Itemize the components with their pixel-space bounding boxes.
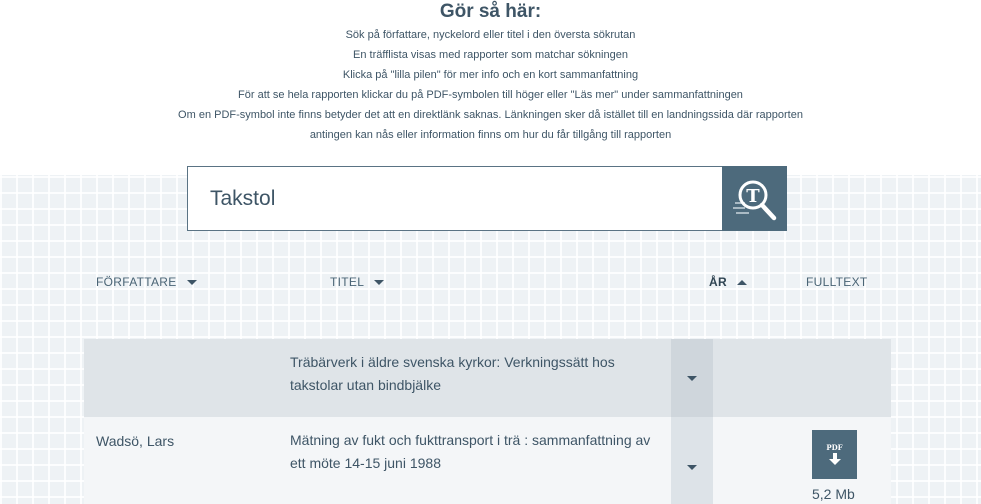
file-size: 5,2 Mb xyxy=(812,486,855,502)
search-input[interactable] xyxy=(188,167,722,230)
expand-button[interactable] xyxy=(671,417,713,504)
sort-up-icon xyxy=(736,279,747,285)
pdf-icon-label: PDF xyxy=(826,443,843,452)
table-row: Wadsö, Lars Mätning av fukt och fukttran… xyxy=(84,417,891,504)
instruction-line: antingen kan nås eller information finns… xyxy=(309,129,672,141)
column-header-fulltext: FULLTEXT xyxy=(806,275,868,289)
column-header-year[interactable]: ÅR xyxy=(709,275,747,289)
title-cell: Mätning av fukt och fukttransport i trä … xyxy=(290,432,651,471)
column-header-author[interactable]: FÖRFATTARE xyxy=(96,275,197,289)
instruction-line: Klicka på "lilla pilen" för mer info och… xyxy=(342,69,639,81)
instructions-title: Gör så här: xyxy=(439,1,542,22)
instruction-line: En träfflista visas med rapporter som ma… xyxy=(353,49,628,61)
search-magnifier-icon: T xyxy=(732,180,776,220)
instruction-line: Sök på författare, nyckelord eller titel… xyxy=(345,29,636,41)
sort-down-icon xyxy=(374,279,385,285)
author-cell: Wadsö, Lars xyxy=(96,433,175,449)
search-box xyxy=(187,166,723,231)
title-cell: Träbärverk i äldre svenska kyrkor: Verkn… xyxy=(290,354,615,393)
chevron-down-icon xyxy=(687,465,697,470)
instructions-panel: Gör så här: Sök på författare, nyckelord… xyxy=(0,0,981,175)
search-button[interactable]: T xyxy=(722,166,787,231)
column-header-year-label: ÅR xyxy=(709,275,727,289)
table-row: Träbärverk i äldre svenska kyrkor: Verkn… xyxy=(84,339,891,417)
sort-down-icon xyxy=(186,279,197,285)
column-header-author-label: FÖRFATTARE xyxy=(96,275,177,289)
chevron-down-icon xyxy=(687,376,697,381)
instructions-list: Sök på författare, nyckelord eller titel… xyxy=(0,25,981,145)
svg-text:T: T xyxy=(746,186,760,207)
column-header-title[interactable]: TITEL xyxy=(330,275,385,289)
column-header-title-label: TITEL xyxy=(330,275,365,289)
pdf-download-button[interactable]: PDF xyxy=(812,430,857,479)
expand-button[interactable] xyxy=(671,339,713,417)
column-header-fulltext-label: FULLTEXT xyxy=(806,275,868,289)
instruction-line: För att se hela rapporten klickar du på … xyxy=(238,89,743,101)
instruction-line: Om en PDF-symbol inte finns betyder det … xyxy=(178,109,803,121)
download-arrow-icon xyxy=(828,453,841,465)
